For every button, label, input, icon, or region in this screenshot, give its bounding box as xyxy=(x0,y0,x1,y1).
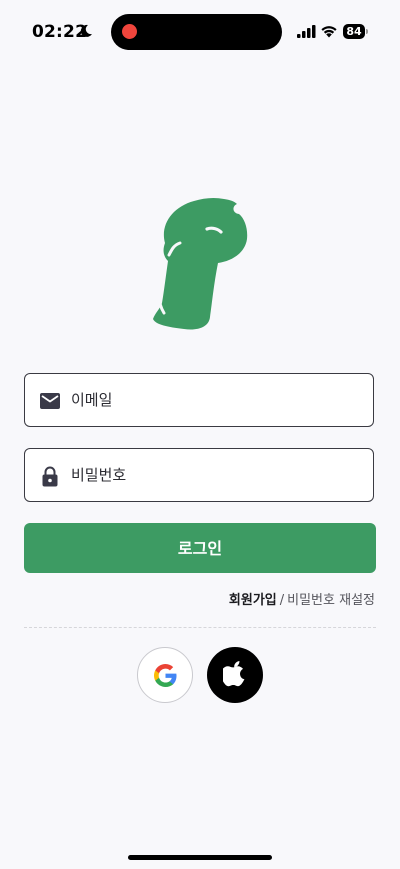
home-indicator xyxy=(128,855,272,860)
signup-link[interactable]: 회원가입 xyxy=(229,593,277,608)
status-bar: 02:22 84 xyxy=(0,0,400,64)
apple-login-button[interactable] xyxy=(207,647,263,703)
account-links: 회원가입 / 비밀번호 재설정 xyxy=(229,589,375,608)
wifi-icon xyxy=(321,26,337,38)
google-icon xyxy=(154,664,177,687)
brand-logo xyxy=(153,197,248,330)
password-field[interactable] xyxy=(24,448,374,502)
mail-icon xyxy=(40,393,60,409)
cellular-signal-icon xyxy=(297,25,316,38)
battery-indicator: 84 xyxy=(343,24,369,39)
link-separator: / xyxy=(279,593,285,608)
divider xyxy=(24,627,376,628)
moon-icon xyxy=(80,24,92,37)
apple-icon xyxy=(223,661,245,687)
reset-password-link[interactable]: 비밀번호 재설정 xyxy=(287,593,375,608)
email-input[interactable] xyxy=(71,374,361,426)
recording-dot-icon xyxy=(122,24,137,39)
email-field[interactable] xyxy=(24,373,374,427)
password-input[interactable] xyxy=(71,449,361,501)
lock-icon xyxy=(42,466,58,487)
battery-cap xyxy=(366,29,368,34)
google-login-button[interactable] xyxy=(137,647,193,703)
dynamic-island xyxy=(111,14,282,50)
login-button[interactable]: 로그인 xyxy=(24,523,376,573)
battery-level: 84 xyxy=(343,24,365,39)
